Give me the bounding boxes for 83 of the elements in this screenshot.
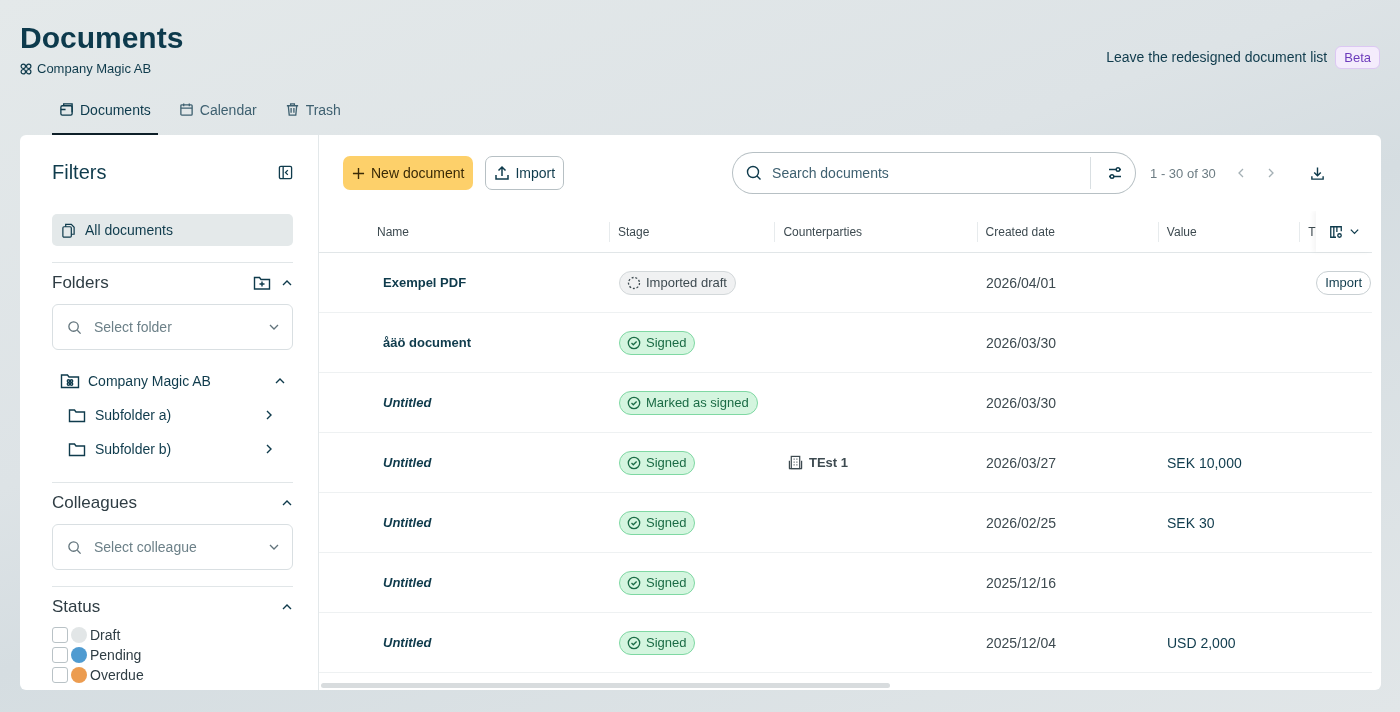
column-header[interactable]: Name bbox=[369, 224, 409, 239]
column-header[interactable]: Created date bbox=[977, 224, 1055, 239]
tab[interactable]: Trash bbox=[277, 86, 348, 135]
status-label: Overdue bbox=[90, 667, 144, 683]
company-name: Company Magic AB bbox=[37, 61, 152, 76]
date-text: 2025/12/16 bbox=[986, 574, 1057, 591]
date-text: 2026/04/01 bbox=[986, 274, 1057, 291]
check-circle-icon bbox=[627, 455, 641, 470]
stage-badge: Signed bbox=[619, 450, 696, 475]
counterparty-text: TEst 1 bbox=[809, 455, 848, 470]
document-stack-icon bbox=[59, 102, 74, 117]
date-text: 2025/12/04 bbox=[986, 634, 1057, 651]
status-label: Pending bbox=[90, 647, 142, 663]
leave-redesign-link[interactable]: Leave the redesigned document list bbox=[1106, 49, 1328, 65]
import-button[interactable]: Import bbox=[485, 156, 565, 190]
folder-tree-item[interactable]: Company Magic AB bbox=[88, 373, 211, 389]
colleague-select-field[interactable]: Select colleague bbox=[52, 524, 293, 570]
document-name[interactable]: Untitled bbox=[383, 575, 432, 590]
stage-badge: Signed bbox=[619, 510, 696, 535]
stage-badge: Marked as signed bbox=[619, 390, 758, 415]
all-documents-item[interactable]: All documents bbox=[52, 214, 293, 246]
date-text: 2026/03/27 bbox=[986, 454, 1057, 471]
checkbox[interactable] bbox=[52, 667, 68, 683]
page-title: Documents bbox=[20, 20, 184, 56]
stage-badge: Signed bbox=[619, 330, 696, 355]
check-circle-icon bbox=[627, 395, 641, 410]
document-name[interactable]: Untitled bbox=[383, 395, 432, 410]
company-icon bbox=[20, 62, 32, 75]
building-icon bbox=[788, 455, 803, 470]
row-import-button[interactable]: Import bbox=[1316, 270, 1371, 295]
columns-icon bbox=[1328, 224, 1343, 239]
search-icon bbox=[67, 319, 82, 335]
date-text: 2026/03/30 bbox=[986, 334, 1057, 351]
dashed-circle-icon bbox=[627, 275, 641, 290]
plus-icon bbox=[352, 166, 365, 180]
tab[interactable]: Calendar bbox=[171, 86, 264, 135]
scrollbar[interactable] bbox=[321, 683, 890, 688]
calendar-icon bbox=[178, 102, 194, 117]
folder-tree-item[interactable]: Subfolder a) bbox=[95, 407, 172, 423]
date-text: 2026/02/25 bbox=[986, 514, 1057, 531]
column-header[interactable]: Counterparties bbox=[775, 224, 863, 239]
document-name[interactable]: Untitled bbox=[383, 635, 432, 650]
column-header[interactable]: Stage bbox=[610, 224, 650, 239]
checkbox[interactable] bbox=[52, 647, 68, 663]
status-label: Draft bbox=[90, 627, 121, 643]
trash-icon bbox=[284, 102, 300, 117]
section-title: Folders bbox=[52, 273, 109, 293]
column-header[interactable]: T bbox=[1300, 224, 1316, 239]
document-name[interactable]: åäö document bbox=[383, 335, 472, 350]
document-name[interactable]: Untitled bbox=[383, 455, 432, 470]
date-text: 2026/03/30 bbox=[986, 394, 1057, 411]
beta-badge: Beta bbox=[1335, 45, 1380, 69]
caret-icon bbox=[1348, 226, 1360, 237]
value-text: USD 2,000 bbox=[1167, 634, 1236, 651]
check-circle-icon bbox=[627, 335, 641, 350]
value-text: SEK 10,000 bbox=[1167, 454, 1242, 471]
company-folder-icon bbox=[60, 373, 80, 389]
check-circle-icon bbox=[627, 635, 641, 650]
check-circle-icon bbox=[627, 575, 641, 590]
folder-icon bbox=[68, 407, 86, 423]
search-icon bbox=[67, 539, 82, 555]
collapse-panel-icon[interactable] bbox=[278, 164, 293, 180]
folder-icon bbox=[68, 441, 86, 457]
folder-select-field[interactable]: Select folder bbox=[52, 304, 293, 350]
add-folder-icon[interactable] bbox=[253, 275, 271, 291]
section-title: Status bbox=[52, 597, 101, 617]
section-title: Colleagues bbox=[52, 493, 138, 513]
stage-badge: Signed bbox=[619, 570, 696, 595]
document-name[interactable]: Exempel PDF bbox=[383, 275, 467, 290]
filters-title: Filters bbox=[52, 160, 107, 184]
stage-badge: Signed bbox=[619, 630, 696, 655]
folder-tree-item[interactable]: Subfolder b) bbox=[95, 441, 172, 457]
download-icon[interactable] bbox=[1309, 165, 1325, 181]
column-header[interactable]: Value bbox=[1158, 224, 1197, 239]
document-name[interactable]: Untitled bbox=[383, 515, 432, 530]
check-circle-icon bbox=[627, 515, 641, 530]
copy-icon bbox=[61, 222, 76, 238]
value-text: SEK 30 bbox=[1167, 514, 1215, 531]
pagination-text: 1 - 30 of 30 bbox=[1150, 165, 1216, 181]
upload-icon bbox=[494, 165, 511, 181]
stage-badge: Imported draft bbox=[619, 270, 736, 295]
checkbox[interactable] bbox=[52, 627, 68, 643]
new-document-button[interactable]: New document bbox=[343, 156, 474, 190]
